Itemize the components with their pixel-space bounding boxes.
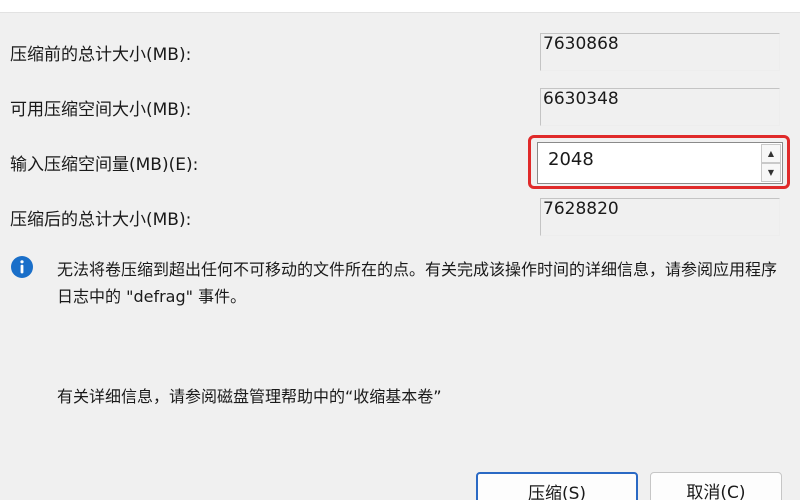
total-after-field: 7628820 xyxy=(540,198,780,236)
available-space-value: 6630348 xyxy=(543,89,619,109)
shrink-amount-value[interactable]: 2048 xyxy=(548,149,594,171)
info-message: 无法将卷压缩到超出任何不可移动的文件所在的点。有关完成该操作时间的详细信息，请参… xyxy=(57,260,778,306)
total-before-label: 压缩前的总计大小(MB): xyxy=(10,45,192,65)
shrink-button[interactable]: 压缩(S) xyxy=(476,472,638,500)
available-space-field: 6630348 xyxy=(540,88,780,126)
shrink-amount-input[interactable]: 2048 ▲ ▼ xyxy=(537,142,783,184)
total-after-label: 压缩后的总计大小(MB): xyxy=(10,210,192,230)
spin-up-button[interactable]: ▲ xyxy=(761,144,781,163)
help-text: 有关详细信息，请参阅磁盘管理帮助中的“收缩基本卷” xyxy=(57,387,442,406)
total-before-value: 7630868 xyxy=(543,34,619,54)
total-after-value: 7628820 xyxy=(543,199,619,219)
total-before-field: 7630868 xyxy=(540,33,780,71)
spin-down-button[interactable]: ▼ xyxy=(761,163,781,182)
available-space-label: 可用压缩空间大小(MB): xyxy=(10,100,192,120)
chevron-down-icon: ▼ xyxy=(767,168,775,177)
shrink-amount-label: 输入压缩空间量(MB)(E): xyxy=(10,155,199,175)
shrink-volume-dialog: 压缩前的总计大小(MB): 7630868 可用压缩空间大小(MB): 6630… xyxy=(0,0,800,500)
chevron-up-icon: ▲ xyxy=(767,149,775,158)
cancel-button[interactable]: 取消(C) xyxy=(650,472,782,500)
info-icon xyxy=(11,256,33,278)
title-bar xyxy=(0,0,800,13)
